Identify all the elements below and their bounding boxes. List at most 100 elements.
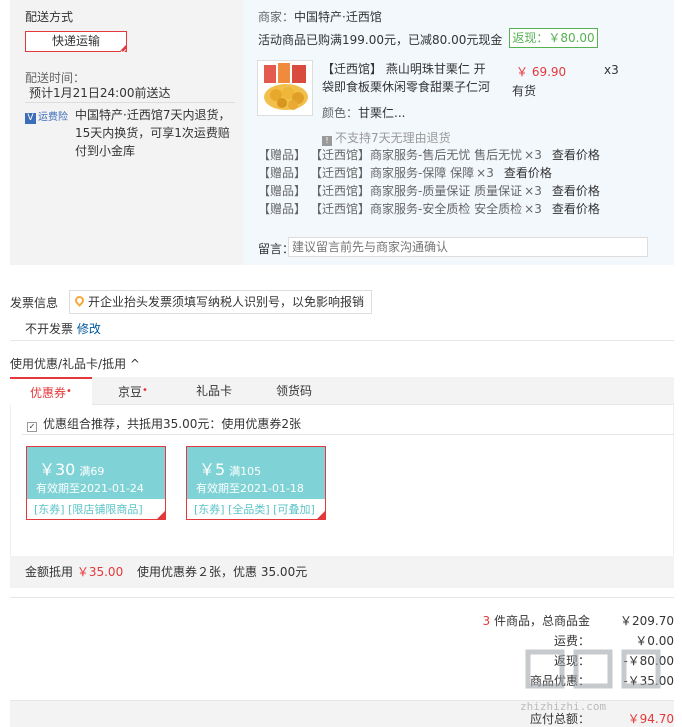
view-price-link[interactable]: 查看价格 [552,202,600,216]
combo-recommend[interactable]: ✓ 优惠组合推荐，共抵用35.00元：使用优惠券2张 [27,415,301,432]
chevron-up-icon: ^ [129,357,140,371]
view-price-link[interactable]: 查看价格 [552,184,600,198]
stock-status: 有货 [512,84,537,98]
divider [22,434,674,435]
merchant-label: 商家： [258,10,295,24]
product-title-line: 袋即食板栗休闲零食甜栗子仁河 [322,80,491,94]
invoice-status-text: 不开发票 [25,322,74,336]
coupon-condition: 满69 [79,465,105,478]
divider [25,102,235,103]
insurance-label: 运费险 [38,112,68,123]
delivery-time-value: 预计1月21日24:00前送达 [29,86,171,100]
checkbox-icon[interactable]: ✓ [27,422,37,432]
freight-insurance-icon[interactable]: V 运费险 [25,108,68,124]
divider [10,340,674,341]
coupon-face: ￥5 满105 有效期至2021-01-18 [187,447,325,499]
shipping-method-label: 快递运输 [51,34,100,48]
coupon-card[interactable]: ￥30 满69 有效期至2021-01-24 [东券] [限店铺限商品] [26,446,166,520]
product-image[interactable] [257,60,313,116]
coupon-card[interactable]: ￥5 满105 有效期至2021-01-18 [东券] [全品类] [可叠加] [186,446,326,520]
shipping-method-button[interactable]: 快递运输 [25,31,127,52]
discount-section-toggle[interactable]: 使用优惠/礼品卡/抵用 ^ [10,355,140,372]
selected-check-icon [119,44,127,52]
gift-qty: ×3 [524,148,542,162]
coupon-tags: [东券] [全品类] [可叠加] [194,503,315,516]
gift-qty: ×3 [524,184,542,198]
location-pin-icon [73,294,86,307]
invoice-title: 发票信息 [10,296,59,310]
item-count-text: 件商品，总商品金 [493,614,590,628]
view-price-link[interactable]: 查看价格 [552,148,600,162]
invoice-tip-text: 开企业抬头发票须填写纳税人识别号，以免影响报销 [88,295,365,309]
product-title[interactable]: 【迁西馆】 燕山明珠甘栗仁 开 袋即食板栗休闲零食甜栗子仁河 [322,60,497,96]
tab-label: 领货码 [275,384,312,398]
product-color: 颜色：甘栗仁... [322,104,405,121]
no-return-notice: ! 不支持7天无理由退货 [322,129,451,146]
shield-icon: V [25,113,36,124]
invoice-edit-link[interactable]: 修改 [77,322,101,336]
coupon-face: ￥30 满69 有效期至2021-01-24 [27,447,165,499]
required-star: • [142,385,148,396]
message-input[interactable] [288,237,648,257]
tab-jingdou[interactable]: 京豆• [92,377,174,405]
tab-label: 礼品卡 [195,384,232,398]
watermark-logo-icon [525,649,661,689]
divider [10,597,674,598]
gift-row: 【赠品】 【迁西馆】商家服务-质量保证 质量保证 ×3 查看价格 [258,183,610,199]
combo-text: 优惠组合推荐，共抵用35.00元：使用优惠券2张 [43,417,301,431]
discount-summary: 金额抵用 ￥35.00 使用优惠券２张，优惠 35.00元 [10,556,674,588]
info-icon: ! [322,136,332,146]
gift-name: 【迁西馆】商家服务-保障 保障 [316,166,475,180]
coupon-condition: 满105 [229,465,262,478]
coupon-validity: 有效期至2021-01-24 [36,482,144,495]
gift-tag: 【赠品】 [258,166,307,180]
tab-giftcard[interactable]: 礼品卡 [174,377,254,405]
tab-coupon[interactable]: 优惠券• [10,377,92,405]
coupon-tags: [东券] [限店铺限商品] [34,503,143,516]
insurance-line: 中国特产·迁西馆7天内退货， [75,108,231,122]
summary-label: 金额抵用 [25,565,74,579]
view-price-link[interactable]: 查看价格 [504,166,552,180]
no-return-text: 不支持7天无理由退货 [335,131,451,145]
selected-check-icon [156,510,166,520]
gift-tag: 【赠品】 [258,202,307,216]
product-qty: x3 [604,63,619,77]
watermark-text: zhizhizhi.com [520,700,607,713]
discount-title: 使用优惠/礼品卡/抵用 [10,357,127,371]
gift-row: 【赠品】 【迁西馆】商家服务-售后无忧 售后无忧 ×3 查看价格 [258,147,610,163]
tab-label: 京豆 [118,385,143,399]
payable-value: ￥94.70 [627,712,674,726]
product-price: ￥ 69.90 [516,65,567,79]
gift-name: 【迁西馆】商家服务-质量保证 质量保证 [316,184,523,198]
delivery-title: 配送方式 [25,10,74,24]
merchant-name[interactable]: 中国特产·迁西馆 [294,10,382,24]
item-count-number: 3 [482,614,491,628]
insurance-text: 中国特产·迁西馆7天内退货， 15天内换货，可享1次运费赔 付到小金库 [75,106,230,160]
invoice-tip: 开企业抬头发票须填写纳税人识别号，以免影响报销 [69,290,372,314]
invoice-status: 不开发票 修改 [25,320,101,337]
coupon-value: ￥5 [199,460,226,479]
gift-tag: 【赠品】 [258,184,307,198]
summary-text: 使用优惠券２张，优惠 35.00元 [137,565,308,579]
chestnut-product-icon [258,61,312,115]
gift-name: 【迁西馆】商家服务-安全质检 安全质检 [316,202,523,216]
gift-qty: ×3 [476,166,494,180]
gift-qty: ×3 [524,202,542,216]
required-star: • [66,386,72,397]
summary-amount: ￥35.00 [76,565,124,579]
merchant-row: 商家：中国特产·迁西馆 [258,8,382,25]
coupon-amount: ￥5 满105 [199,456,261,480]
item-count: 3 件商品，总商品金 [483,612,590,629]
color-value: 甘栗仁... [358,106,406,120]
insurance-line: 付到小金库 [75,144,136,158]
tab-pickup-code[interactable]: 领货码 [254,377,334,405]
coupon-amount: ￥30 满69 [39,456,104,480]
coupon-validity: 有效期至2021-01-18 [196,482,304,495]
gift-row: 【赠品】 【迁西馆】商家服务-安全质检 安全质检 ×3 查看价格 [258,201,610,217]
goods-total: ￥209.70 [620,614,674,628]
rebate-badge: 返现：￥80.00 [509,28,598,48]
product-title-line: 【迁西馆】 燕山明珠甘栗仁 开 [322,62,486,76]
tab-label: 优惠券 [30,386,67,400]
selected-check-icon [316,510,326,520]
color-label: 颜色： [322,106,359,120]
